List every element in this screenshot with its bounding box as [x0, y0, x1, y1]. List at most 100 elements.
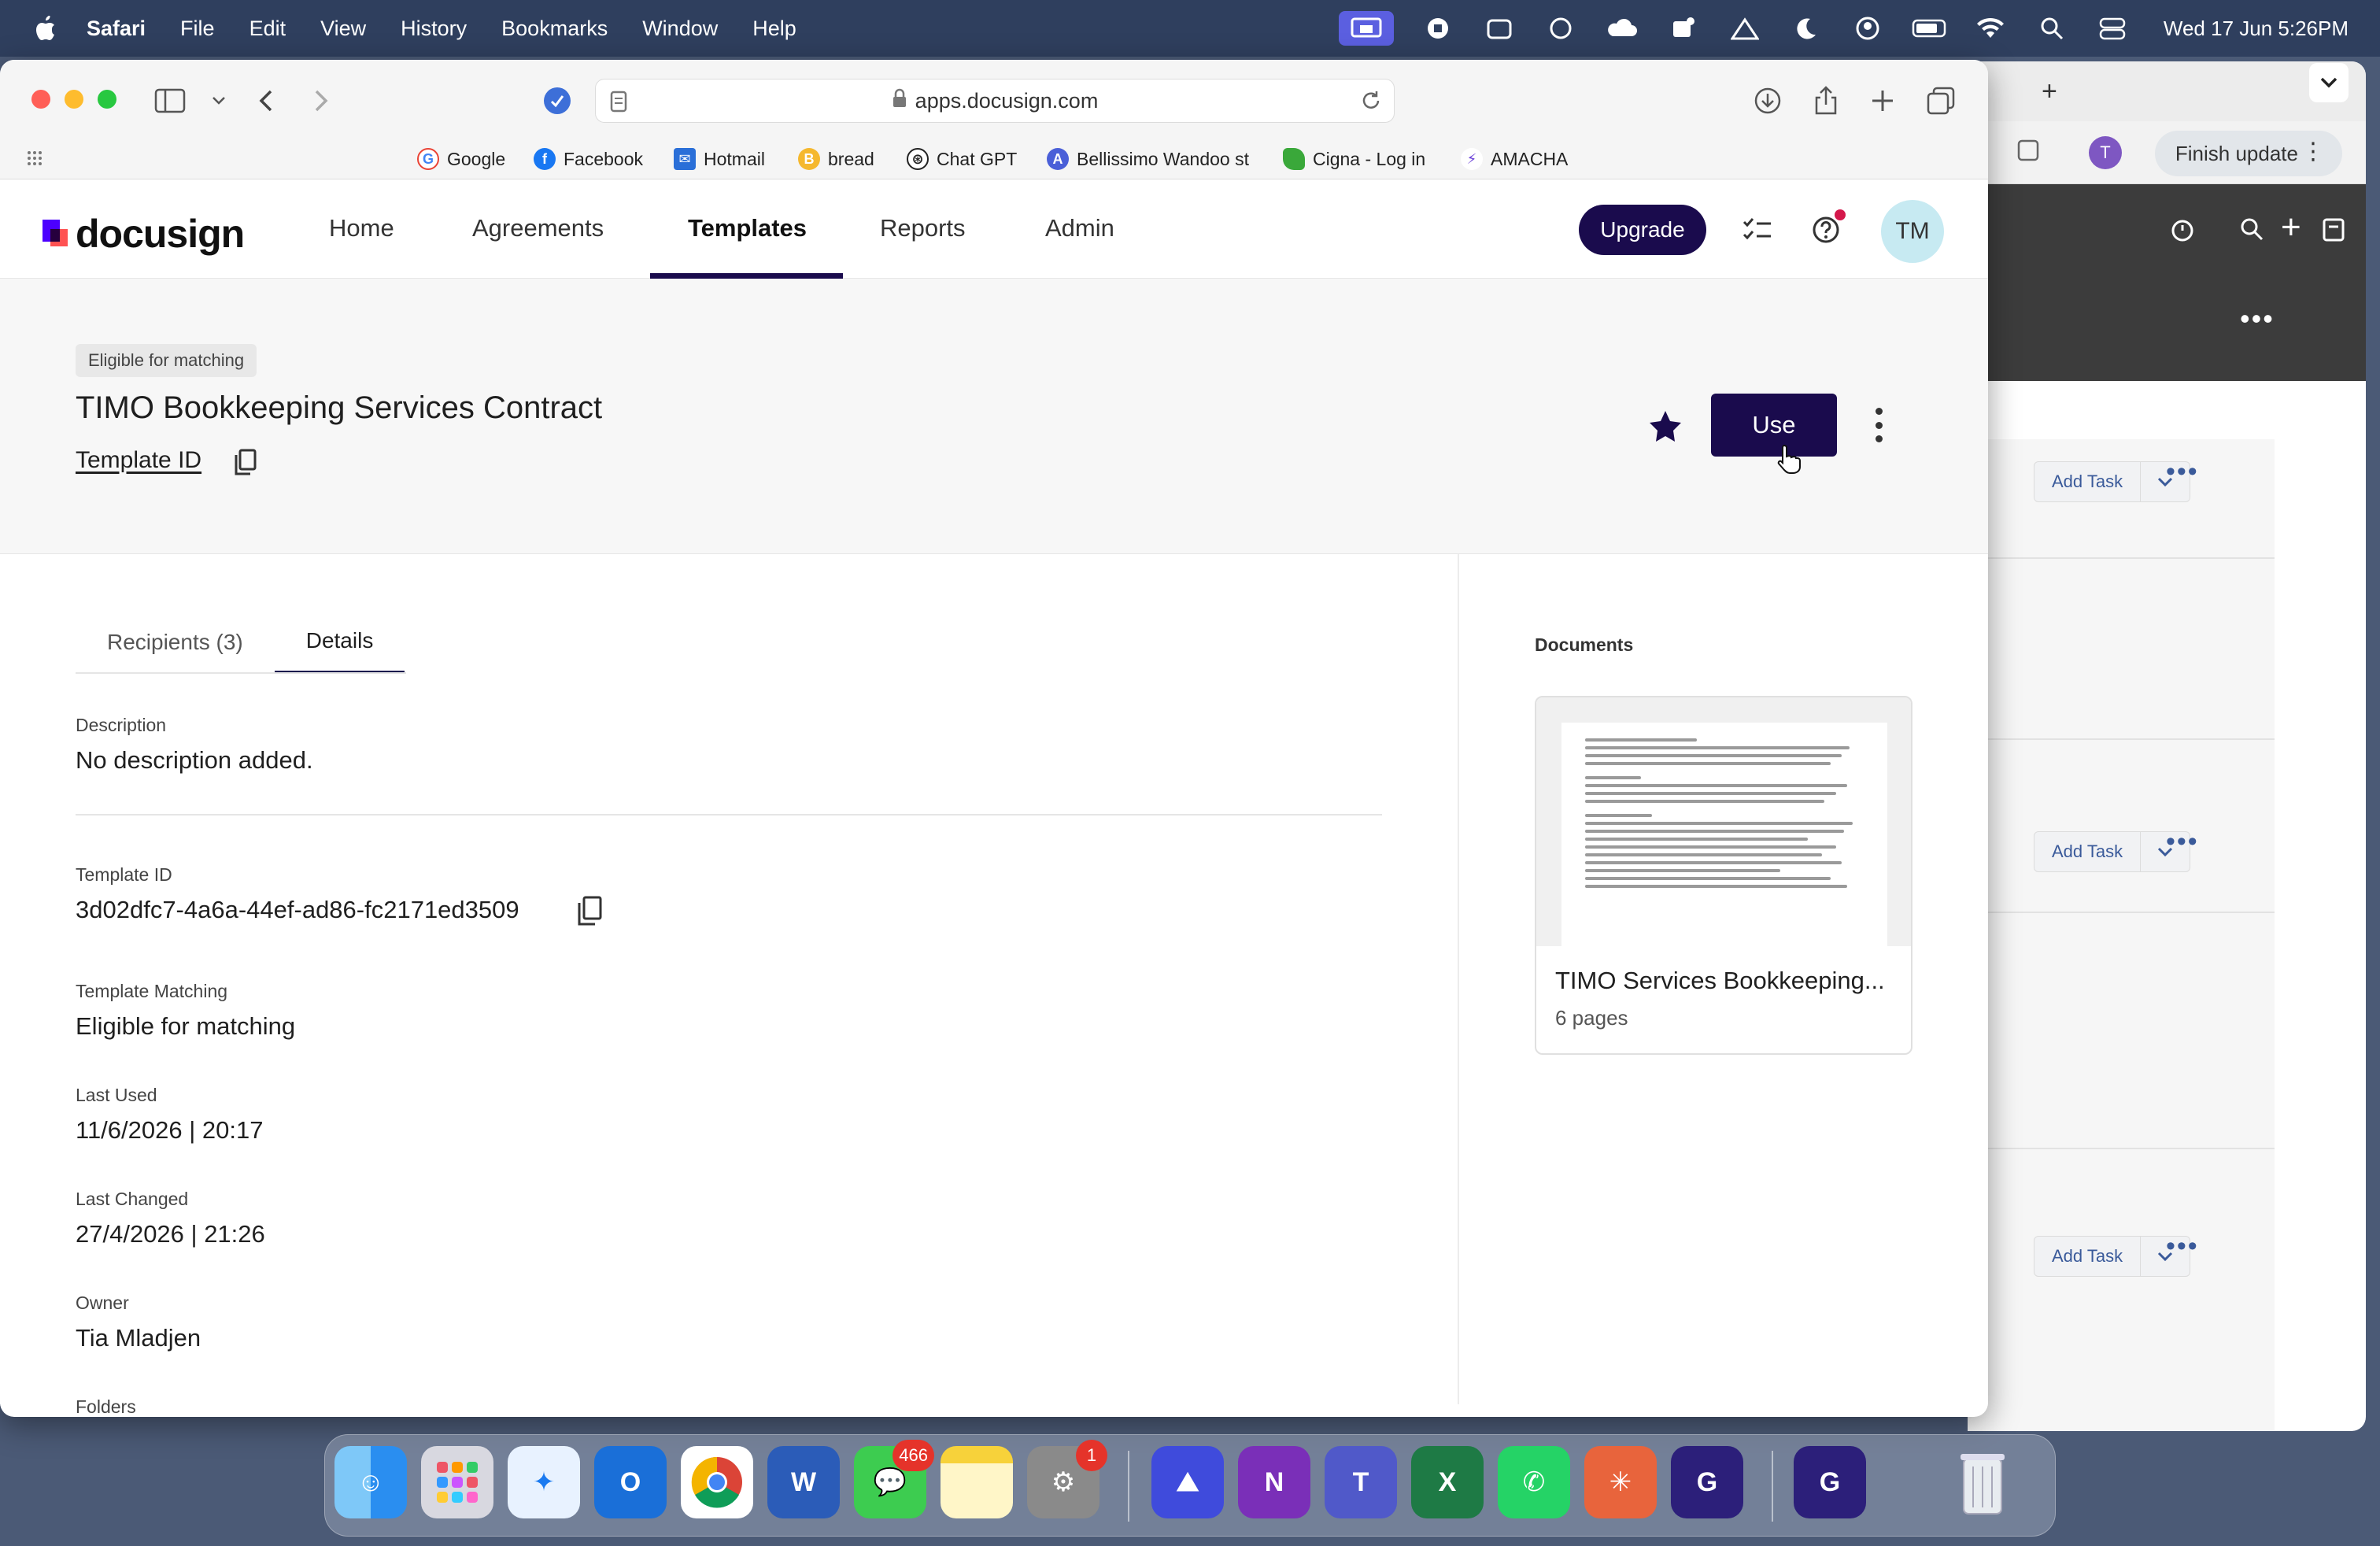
favorite-chatgpt[interactable]: ⊛ Chat GPT [907, 146, 1017, 172]
row-more-icon[interactable]: ••• [2166, 827, 2199, 857]
extension-icon[interactable] [2015, 137, 2042, 168]
excel-icon[interactable]: X [1411, 1446, 1484, 1518]
nav-templates[interactable]: Templates [688, 214, 807, 242]
vpn-app-icon[interactable]: ⛰ [1151, 1446, 1224, 1518]
cloud-icon[interactable] [1605, 11, 1639, 46]
menubar-clock[interactable]: Wed 17 Jun 5:26PM [2164, 17, 2349, 41]
hotmail-icon: ✉ [674, 148, 696, 170]
teams-status-icon[interactable] [1666, 11, 1701, 46]
nav-admin[interactable]: Admin [1045, 214, 1114, 242]
user-avatar[interactable]: TM [1881, 200, 1944, 263]
spotlight-search-icon[interactable] [2034, 11, 2069, 46]
document-card[interactable]: TIMO Services Bookkeeping... 6 pages [1535, 696, 1913, 1055]
menu-file[interactable]: File [180, 17, 215, 41]
zoom-window-button[interactable] [98, 90, 116, 109]
share-icon[interactable] [1810, 85, 1842, 117]
timer-icon[interactable] [2169, 216, 2196, 246]
downloads-icon[interactable] [1752, 85, 1783, 117]
finder-icon[interactable]: ☺ [334, 1446, 407, 1518]
macos-menubar: Safari File Edit View History Bookmarks … [0, 0, 2380, 57]
upgrade-button[interactable]: Upgrade [1579, 205, 1706, 255]
favorite-hotmail[interactable]: ✉ Hotmail [674, 146, 765, 172]
page-menu-icon[interactable] [610, 91, 627, 118]
battery-icon[interactable] [1912, 11, 1946, 46]
notes-icon[interactable] [2322, 217, 2345, 246]
use-button[interactable]: Use [1711, 394, 1837, 457]
more-options-icon[interactable] [1867, 401, 1890, 449]
favorite-facebook[interactable]: f Facebook [534, 146, 643, 172]
nav-home[interactable]: Home [329, 214, 394, 242]
tasks-checklist-icon[interactable] [1743, 217, 1772, 246]
trash-icon[interactable] [1946, 1446, 2019, 1518]
menu-help[interactable]: Help [752, 17, 796, 41]
apple-menu-icon[interactable] [31, 14, 57, 43]
onenote-icon[interactable]: N [1238, 1446, 1310, 1518]
docusign-logo[interactable]: docusign [39, 211, 245, 257]
word-icon[interactable]: W [767, 1446, 840, 1518]
help-icon[interactable] [1812, 216, 1840, 248]
finish-update-button[interactable]: Finish update ⋮ [2154, 131, 2342, 176]
messages-icon[interactable]: 💬 466 [854, 1440, 934, 1518]
menu-bookmarks[interactable]: Bookmarks [501, 17, 608, 41]
teams-icon[interactable]: T [1325, 1446, 1397, 1518]
close-window-button[interactable] [31, 90, 50, 109]
template-id-link[interactable]: Template ID [76, 447, 201, 474]
address-bar[interactable]: apps.docusign.com [595, 79, 1395, 123]
copy-template-id-icon[interactable] [576, 896, 604, 926]
new-tab-icon[interactable] [1867, 85, 1898, 117]
notes-icon[interactable] [941, 1446, 1013, 1518]
launchpad-icon[interactable] [421, 1446, 493, 1518]
tab-overview-icon[interactable] [1925, 85, 1957, 117]
favorite-google[interactable]: G Google [417, 146, 505, 172]
screen-share-icon[interactable] [1338, 11, 1394, 46]
favorite-bread[interactable]: Bbread [798, 146, 874, 172]
search-icon[interactable] [2240, 217, 2264, 245]
menu-history[interactable]: History [401, 17, 467, 41]
menu-window[interactable]: Window [642, 17, 718, 41]
grammarly-icon[interactable]: G [1671, 1446, 1743, 1518]
back-icon[interactable] [250, 85, 282, 117]
more-horizontal-icon[interactable]: ••• [2240, 302, 2275, 335]
shield-sync-icon[interactable] [1543, 11, 1578, 46]
add-icon[interactable]: + [2281, 208, 2301, 247]
vpn-icon[interactable] [1728, 11, 1762, 46]
sync-icon[interactable] [1482, 11, 1517, 46]
wifi-icon[interactable] [1973, 11, 2008, 46]
tab-overview-chevron-icon[interactable] [2308, 61, 2350, 108]
menu-view[interactable]: View [320, 17, 366, 41]
favorite-cigna[interactable]: Cigna - Log in [1283, 146, 1425, 172]
claude-icon[interactable]: ✳ [1584, 1446, 1657, 1518]
outlook-icon[interactable]: O [594, 1446, 667, 1518]
nav-agreements[interactable]: Agreements [472, 214, 604, 242]
profile-avatar[interactable]: T [2089, 135, 2122, 169]
menu-app-name[interactable]: Safari [87, 17, 146, 41]
favorite-amacha[interactable]: ⚡ AMACHA [1461, 146, 1568, 172]
sidebar-toggle-icon[interactable] [154, 85, 186, 117]
row-more-icon[interactable]: ••• [2166, 457, 2199, 487]
forward-icon[interactable] [305, 85, 337, 117]
system-settings-icon[interactable]: ⚙ 1 [1027, 1440, 1107, 1518]
grammarly-doc-icon[interactable]: G [1794, 1446, 1866, 1518]
safari-icon[interactable]: ✦ [508, 1446, 580, 1518]
new-tab-icon[interactable]: + [2042, 76, 2057, 107]
chrome-icon[interactable] [681, 1446, 753, 1518]
moon-icon[interactable] [1789, 11, 1824, 46]
menu-edit[interactable]: Edit [249, 17, 286, 41]
tab-recipients[interactable]: Recipients (3) [76, 611, 275, 674]
minimize-window-button[interactable] [65, 90, 83, 109]
nav-reports[interactable]: Reports [880, 214, 966, 242]
copy-icon[interactable] [233, 449, 261, 477]
site-shield-icon[interactable] [541, 85, 573, 117]
whatsapp-icon[interactable]: ✆ [1498, 1446, 1570, 1518]
record-icon[interactable] [1421, 11, 1455, 46]
tab-details[interactable]: Details [274, 611, 405, 674]
favorite-star-icon[interactable] [1648, 409, 1683, 446]
control-center-icon[interactable] [2096, 11, 2131, 46]
folders-label: Folders [76, 1396, 136, 1417]
row-more-icon[interactable]: ••• [2166, 1231, 2199, 1262]
favorite-bellissimo[interactable]: A Bellissimo Wandoo st [1047, 146, 1249, 172]
apps-grid-icon[interactable] [27, 150, 46, 172]
sidebar-chevron-icon[interactable] [203, 85, 235, 117]
user-account-icon[interactable] [1850, 11, 1885, 46]
reload-icon[interactable] [1359, 89, 1383, 118]
